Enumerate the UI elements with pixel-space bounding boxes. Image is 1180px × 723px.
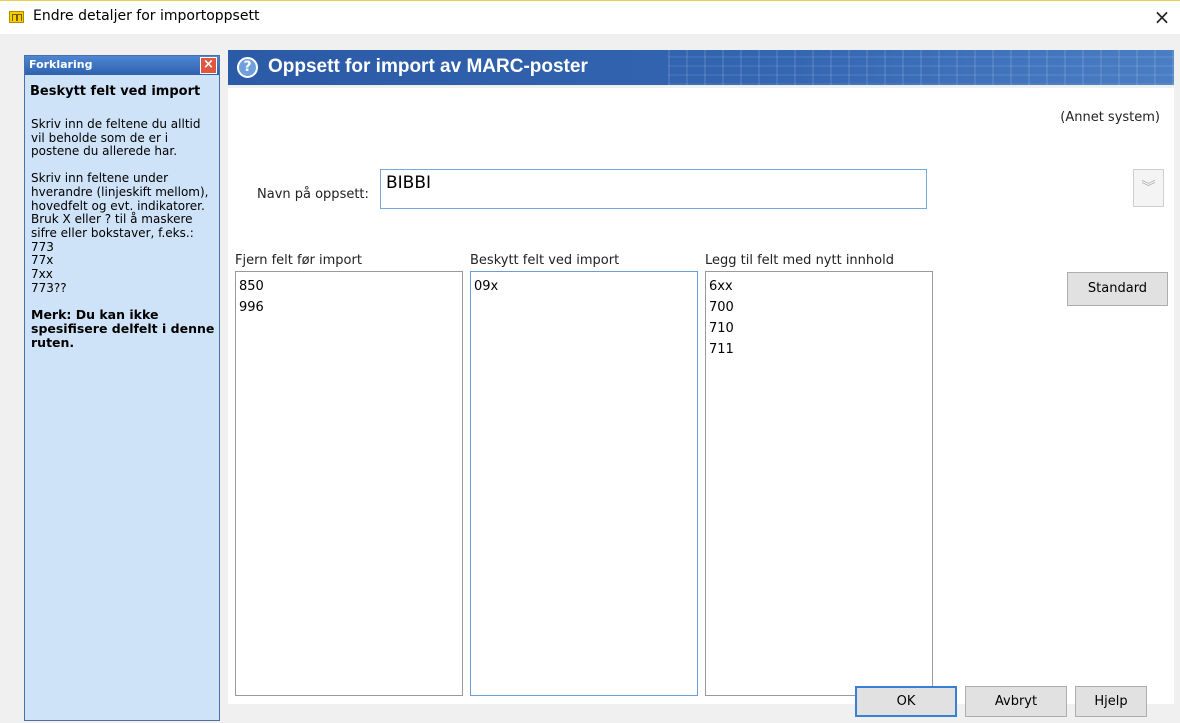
add-fields-label: Legg til felt med nytt innhold xyxy=(705,253,894,268)
window-titlebar: Endre detaljer for importoppsett × xyxy=(0,0,1180,34)
window-close-icon[interactable]: × xyxy=(1150,5,1174,29)
standard-button[interactable]: Standard xyxy=(1067,272,1168,306)
help-example: 773?? xyxy=(31,280,67,295)
help-body: Skriv inn de feltene du alltid vil behol… xyxy=(31,117,217,350)
section-banner: ? Oppsett for import av MARC-poster xyxy=(228,50,1174,85)
list-item: 09x xyxy=(474,279,499,294)
help-paragraph-2-text: Skriv inn feltene under hverandre (linje… xyxy=(31,171,209,240)
add-fields-textarea[interactable]: 6xx 700 710 711 xyxy=(705,271,933,696)
list-item: 6xx xyxy=(709,279,733,294)
banner-pattern xyxy=(668,50,1174,85)
help-panel: Forklaring × Beskytt felt ved import Skr… xyxy=(24,55,220,721)
list-item: 700 xyxy=(709,300,734,315)
ok-button[interactable]: OK xyxy=(855,686,957,717)
list-item: 711 xyxy=(709,342,734,357)
list-item: 996 xyxy=(239,300,264,315)
double-chevron-down-icon[interactable]: ︾ xyxy=(1133,169,1164,207)
remove-fields-textarea[interactable]: 850 996 xyxy=(235,271,463,696)
help-paragraph-2: Skriv inn feltene under hverandre (linje… xyxy=(31,171,217,295)
name-label: Navn på oppsett: xyxy=(257,187,369,202)
help-example: 77x xyxy=(31,253,54,268)
question-circle-icon[interactable]: ? xyxy=(237,57,258,78)
app-icon xyxy=(9,11,24,23)
help-example: 7xx xyxy=(31,267,53,282)
remove-fields-label: Fjern felt før import xyxy=(235,253,362,268)
dialog-client-area: Forklaring × Beskytt felt ved import Skr… xyxy=(0,34,1180,723)
help-panel-close-icon[interactable]: × xyxy=(200,57,217,74)
help-example: 773 xyxy=(31,239,54,254)
protect-fields-textarea[interactable]: 09x xyxy=(470,271,698,696)
list-item: 710 xyxy=(709,321,734,336)
help-note: Merk: Du kan ikke spesifisere delfelt i … xyxy=(31,307,215,350)
help-paragraph-1: Skriv inn de feltene du alltid vil behol… xyxy=(31,117,201,159)
list-item: 850 xyxy=(239,279,264,294)
name-input[interactable]: BIBBI xyxy=(380,169,927,209)
help-panel-header-label: Forklaring xyxy=(29,58,93,71)
import-settings-form: (Annet system) ︾ Navn på oppsett: BIBBI … xyxy=(228,88,1174,704)
help-title: Beskytt felt ved import xyxy=(30,84,201,99)
help-button[interactable]: Hjelp xyxy=(1075,686,1147,717)
protect-fields-label: Beskytt felt ved import xyxy=(470,253,620,268)
cancel-button[interactable]: Avbryt xyxy=(965,686,1067,717)
system-label: (Annet system) xyxy=(1060,110,1160,125)
help-panel-header: Forklaring × xyxy=(25,56,219,75)
window-title: Endre detaljer for importoppsett xyxy=(33,8,260,24)
banner-title: Oppsett for import av MARC-poster xyxy=(268,56,588,77)
